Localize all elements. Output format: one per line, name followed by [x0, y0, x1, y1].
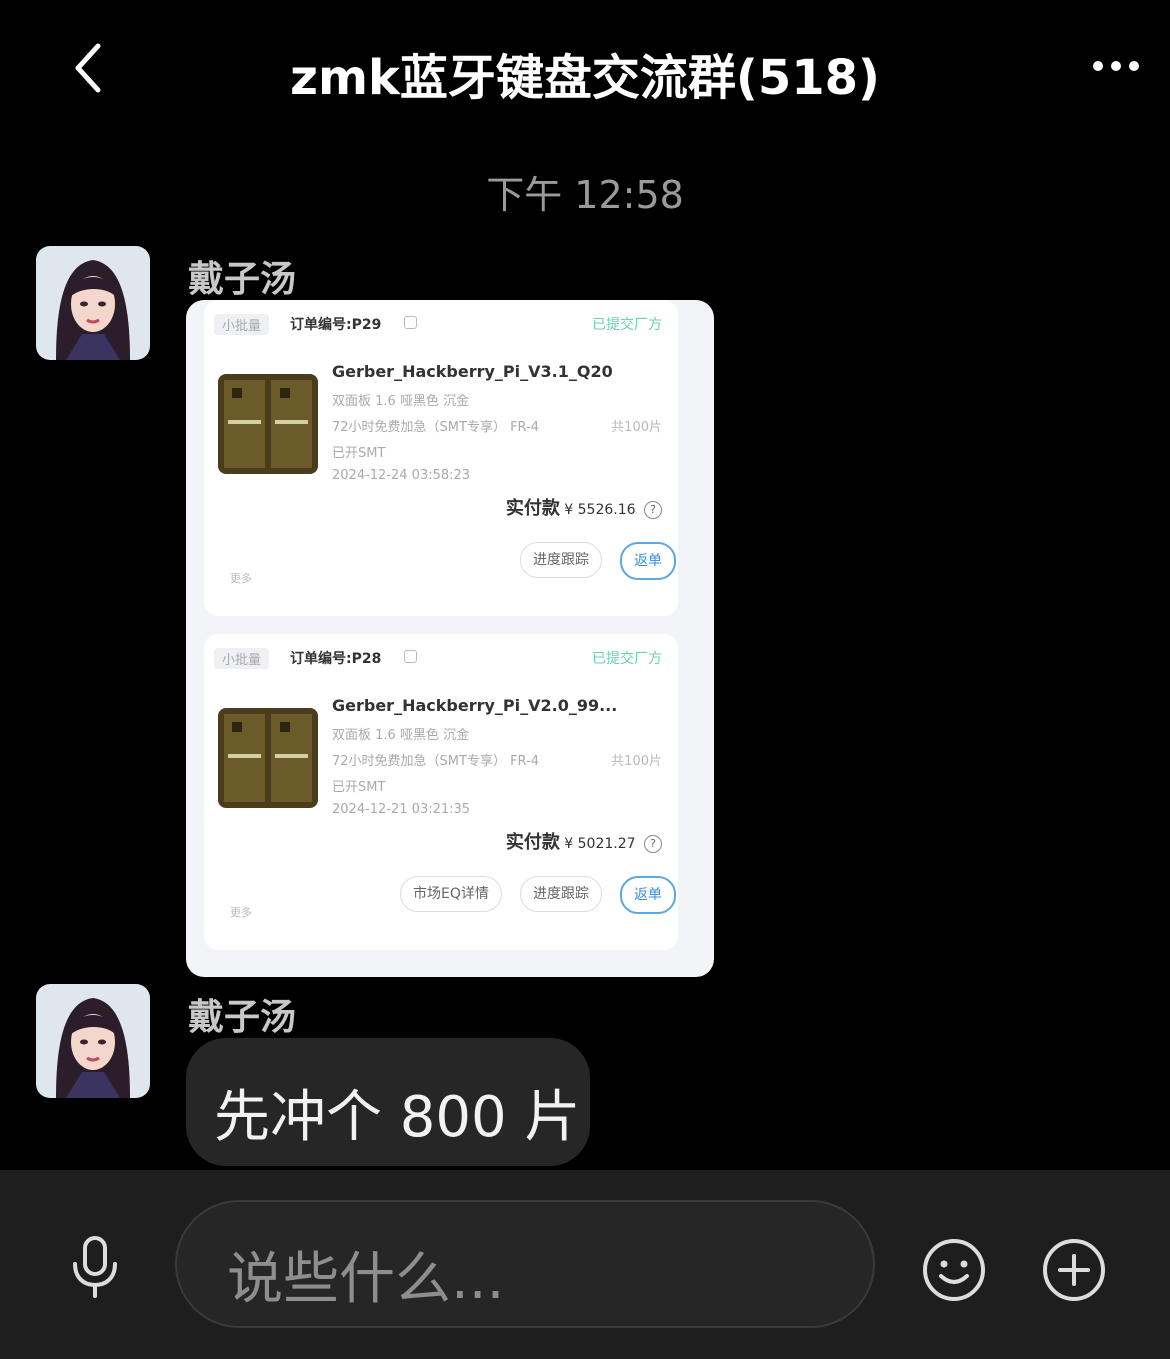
order-date: 2024-12-21 03:21:35: [332, 802, 471, 817]
order-number: 订单编号:P29: [290, 317, 382, 333]
order-date: 2024-12-24 03:58:23: [332, 468, 471, 483]
progress-tracking-button: 进度跟踪: [520, 542, 602, 578]
message-input[interactable]: 说些什么...: [175, 1200, 875, 1328]
order-card: 小批量 订单编号:P28 已提交厂方 Gerber_Hackberry_Pi_V…: [204, 634, 678, 950]
spec-quantity: 共100片: [611, 420, 662, 435]
spec-delivery: 72小时免费加急（SMT专享） FR-4: [332, 420, 540, 435]
page-title: zmk蓝牙键盘交流群(518): [290, 50, 880, 106]
sender-name: 戴子汤: [188, 997, 297, 1038]
avatar-portrait-icon: [36, 246, 150, 360]
avatar-portrait-icon: [36, 984, 150, 1098]
payment-value: ¥ 5526.16: [564, 502, 636, 518]
spec-smt: 已开SMT: [332, 780, 386, 795]
order-card: 小批量 订单编号:P29 已提交厂方 Gerber_Hackberry_Pi_V…: [204, 300, 678, 616]
order-tag: 小批量: [214, 648, 270, 669]
order-number: 订单编号:P28: [290, 651, 382, 667]
input-placeholder: 说些什么...: [227, 1247, 505, 1312]
avatar[interactable]: [36, 246, 150, 360]
copy-icon: [404, 316, 417, 329]
help-icon: ?: [644, 501, 662, 519]
file-name: Gerber_Hackberry_Pi_V2.0_99...: [332, 696, 618, 715]
avatar[interactable]: [36, 984, 150, 1098]
help-icon: ?: [644, 835, 662, 853]
sender-name: 戴子汤: [188, 259, 297, 300]
copy-icon: [404, 650, 417, 663]
top-bar: zmk蓝牙键盘交流群(518): [0, 0, 1170, 140]
reorder-button: 返单: [620, 876, 676, 914]
image-message[interactable]: 小批量 订单编号:P29 已提交厂方 Gerber_Hackberry_Pi_V…: [186, 300, 714, 977]
pcb-thumbnail: [218, 708, 318, 808]
smiley-icon: [923, 1239, 985, 1301]
back-button[interactable]: [62, 36, 122, 100]
file-name: Gerber_Hackberry_Pi_V3.1_Q20: [332, 362, 613, 381]
more-link: 更多: [230, 572, 252, 585]
spec-smt: 已开SMT: [332, 446, 386, 461]
payment-amount: 实付款 ¥ 5526.16 ?: [506, 494, 662, 520]
text-message-bubble[interactable]: 先冲个 800 片: [186, 1038, 590, 1166]
spec-board: 双面板 1.6 哑黑色 沉金: [332, 394, 470, 409]
order-tag: 小批量: [214, 314, 270, 335]
plus-button[interactable]: [1040, 1236, 1108, 1304]
payment-amount: 实付款 ¥ 5021.27 ?: [506, 828, 662, 854]
message-timestamp: 下午 12:58: [486, 173, 684, 217]
message-text: 先冲个 800 片: [214, 1085, 581, 1150]
emoji-button[interactable]: [920, 1236, 988, 1304]
more-dots-icon: [1093, 61, 1139, 71]
pcb-thumbnail: [218, 374, 318, 474]
more-button[interactable]: [1086, 46, 1146, 86]
composer-bar: 说些什么...: [0, 1170, 1170, 1359]
spec-delivery: 72小时免费加急（SMT专享） FR-4: [332, 754, 540, 769]
payment-value: ¥ 5021.27: [564, 836, 636, 852]
order-status: 已提交厂方: [592, 317, 662, 333]
plus-circle-icon: [1043, 1239, 1105, 1301]
microphone-icon: [73, 1236, 117, 1298]
payment-label: 实付款: [505, 498, 560, 519]
spec-board: 双面板 1.6 哑黑色 沉金: [332, 728, 470, 743]
chevron-left-icon: [75, 43, 101, 93]
more-link: 更多: [230, 906, 252, 919]
reorder-button: 返单: [620, 542, 676, 580]
order-status: 已提交厂方: [592, 651, 662, 667]
spec-quantity: 共100片: [611, 754, 662, 769]
voice-button[interactable]: [60, 1232, 130, 1302]
progress-tracking-button: 进度跟踪: [520, 876, 602, 912]
payment-label: 实付款: [505, 832, 560, 853]
market-eq-details-button: 市场EQ详情: [400, 876, 502, 912]
